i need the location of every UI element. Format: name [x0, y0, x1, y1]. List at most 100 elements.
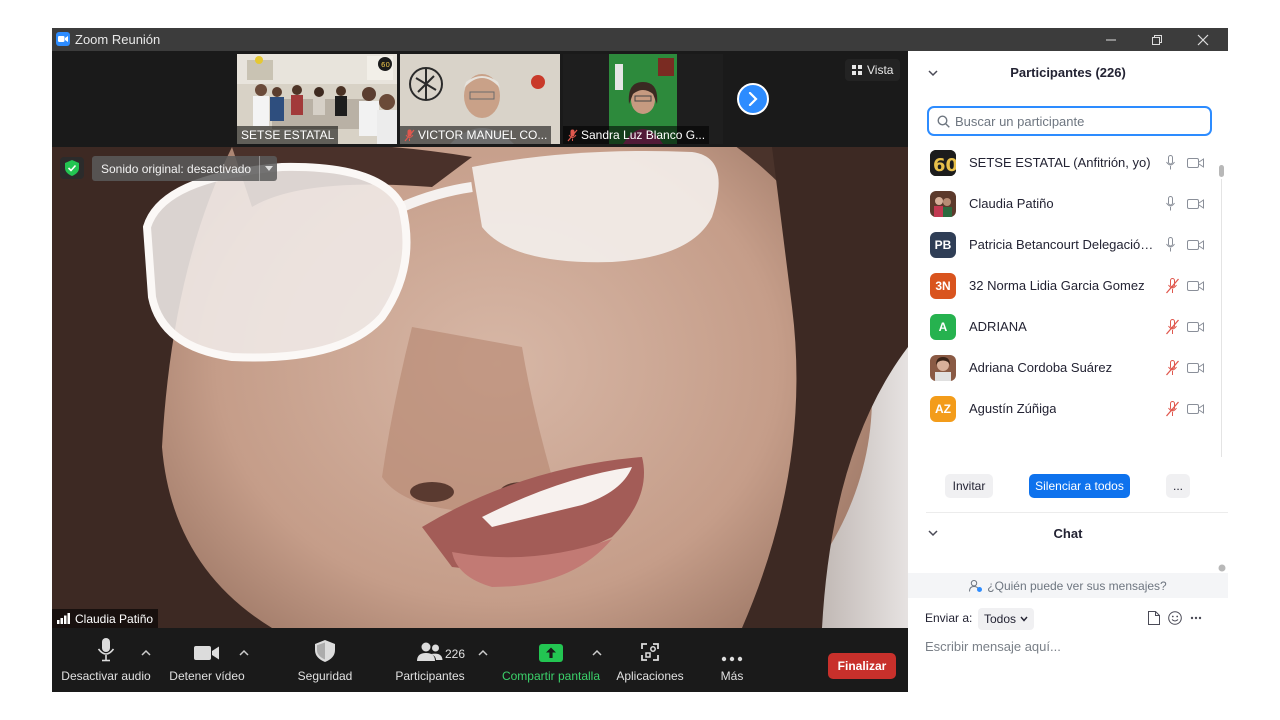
participant-row[interactable]: PB Patricia Betancourt Delegación ...: [908, 224, 1220, 265]
camera-icon[interactable]: [1187, 362, 1204, 374]
view-button[interactable]: Vista: [845, 59, 901, 81]
people-icon: [417, 642, 443, 661]
recipient-select[interactable]: Todos: [978, 608, 1035, 630]
chat-scrollbar[interactable]: [1218, 563, 1226, 573]
search-icon: [937, 114, 950, 128]
restore-button[interactable]: [1134, 28, 1180, 51]
signal-icon: [57, 613, 70, 624]
svg-text:60: 60: [381, 61, 390, 69]
zoom-window: Zoom Reunión 60 SETSE ESTATAL VICTOR MAN…: [52, 28, 1228, 692]
participant-row[interactable]: AZ Agustín Zúñiga: [908, 388, 1220, 429]
avatar: [930, 190, 956, 217]
window-title: Zoom Reunión: [75, 32, 161, 47]
tile-name: VICTOR MANUEL CO...: [400, 126, 552, 144]
mic-muted-icon[interactable]: [1165, 318, 1180, 335]
minimize-button[interactable]: [1088, 28, 1134, 51]
participants-title: Participantes (226): [1010, 65, 1126, 80]
scrollbar-track: [1221, 179, 1222, 457]
invite-button[interactable]: Invitar: [945, 474, 993, 498]
video-tile[interactable]: 60 SETSE ESTATAL: [237, 54, 397, 144]
stop-video-button[interactable]: Detener vídeo: [162, 628, 252, 692]
search-input[interactable]: [955, 113, 1195, 129]
scrollbar-thumb[interactable]: [1219, 165, 1224, 177]
chat-message-input[interactable]: [925, 639, 1215, 654]
participant-search[interactable]: [927, 106, 1212, 136]
chevron-up-icon[interactable]: [477, 648, 489, 658]
panel-divider: [926, 512, 1228, 513]
camera-icon[interactable]: [1187, 198, 1204, 210]
video-tile[interactable]: Sandra Luz Blanco G...: [563, 54, 723, 144]
mic-icon[interactable]: [1165, 237, 1176, 252]
camera-icon[interactable]: [1187, 280, 1204, 292]
gallery-strip: 60 SETSE ESTATAL VICTOR MANUEL CO... San…: [52, 51, 908, 147]
participant-row[interactable]: Claudia Patiño: [908, 183, 1220, 224]
camera-icon[interactable]: [1187, 321, 1204, 333]
chat-visibility-notice[interactable]: ¿Quién puede ver sus mensajes?: [908, 573, 1228, 598]
zoom-logo-icon: [56, 32, 70, 46]
share-screen-icon: [539, 644, 563, 662]
participant-row[interactable]: 3N 32 Norma Lidia Garcia Gomez: [908, 265, 1220, 306]
mute-audio-button[interactable]: Desactivar audio: [60, 628, 152, 692]
avatar: PB: [930, 231, 956, 258]
active-speaker-video: Sonido original: desactivado Claudia Pat…: [52, 147, 908, 628]
mic-muted-icon[interactable]: [1165, 400, 1180, 417]
mute-all-button[interactable]: Silenciar a todos: [1029, 474, 1130, 498]
avatar: 60: [930, 149, 956, 176]
speaker-face-image: [52, 147, 908, 628]
chevron-up-icon[interactable]: [238, 648, 250, 658]
participant-row[interactable]: Adriana Cordoba Suárez: [908, 347, 1220, 388]
mic-muted-icon[interactable]: [1165, 277, 1180, 294]
apps-button[interactable]: Aplicaciones: [614, 628, 686, 692]
chevron-down-icon: [1020, 616, 1028, 622]
mic-icon[interactable]: [1165, 196, 1176, 211]
mic-muted-icon[interactable]: [1165, 359, 1180, 376]
more-options-button[interactable]: ...: [1166, 474, 1190, 498]
person-icon: [969, 579, 983, 592]
apps-icon: [641, 643, 659, 661]
tile-name: Sandra Luz Blanco G...: [563, 126, 710, 144]
send-to-label: Enviar a:: [925, 611, 973, 625]
participant-actions: Invitar Silenciar a todos ...: [908, 474, 1228, 500]
file-icon[interactable]: [1148, 611, 1160, 625]
chat-title: Chat: [1053, 526, 1083, 541]
share-screen-button[interactable]: Compartir pantalla: [498, 628, 604, 692]
encryption-shield-icon[interactable]: [60, 157, 84, 179]
chevron-up-icon[interactable]: [140, 648, 152, 658]
shield-icon: [315, 640, 335, 662]
microphone-icon: [97, 638, 115, 662]
tile-name: SETSE ESTATAL: [237, 126, 339, 144]
caret-down-icon[interactable]: [259, 156, 277, 181]
emoji-icon[interactable]: [1168, 611, 1182, 625]
speaker-name-tag: Claudia Patiño: [52, 609, 159, 628]
video-tile[interactable]: VICTOR MANUEL CO...: [400, 54, 560, 144]
participant-row[interactable]: 60 SETSE ESTATAL (Anfitrión, yo): [908, 142, 1220, 183]
camera-icon[interactable]: [1187, 403, 1204, 415]
chevron-up-icon[interactable]: [591, 648, 603, 658]
security-button[interactable]: Seguridad: [288, 628, 362, 692]
more-button[interactable]: Más: [708, 628, 756, 692]
chat-tools: [1148, 611, 1202, 625]
original-sound-toggle[interactable]: Sonido original: desactivado: [92, 156, 278, 181]
avatar: A: [930, 313, 956, 340]
svg-text:60: 60: [933, 155, 956, 176]
side-panel: Participantes (226) 60 SETSE ESTATAL (An…: [908, 51, 1228, 692]
meeting-toolbar: Desactivar audio Detener vídeo Seguridad…: [52, 628, 908, 692]
chevron-right-icon: [748, 92, 758, 106]
mic-muted-icon: [567, 129, 578, 141]
mic-muted-icon: [404, 129, 415, 141]
next-page-button[interactable]: [737, 83, 769, 115]
avatar: [930, 354, 956, 381]
more-dots-icon[interactable]: [1190, 616, 1202, 620]
camera-icon[interactable]: [1187, 157, 1204, 169]
more-dots-icon: [721, 656, 743, 662]
close-button[interactable]: [1180, 28, 1226, 51]
participants-count: 226: [445, 647, 466, 661]
participant-row[interactable]: A ADRIANA: [908, 306, 1220, 347]
avatar: 3N: [930, 272, 956, 299]
end-meeting-button[interactable]: Finalizar: [828, 653, 896, 679]
camera-icon[interactable]: [1187, 239, 1204, 251]
title-bar: Zoom Reunión: [52, 28, 1228, 51]
participant-list-scrollbar[interactable]: [1218, 165, 1224, 457]
mic-icon[interactable]: [1165, 155, 1176, 170]
video-camera-icon: [194, 646, 219, 660]
